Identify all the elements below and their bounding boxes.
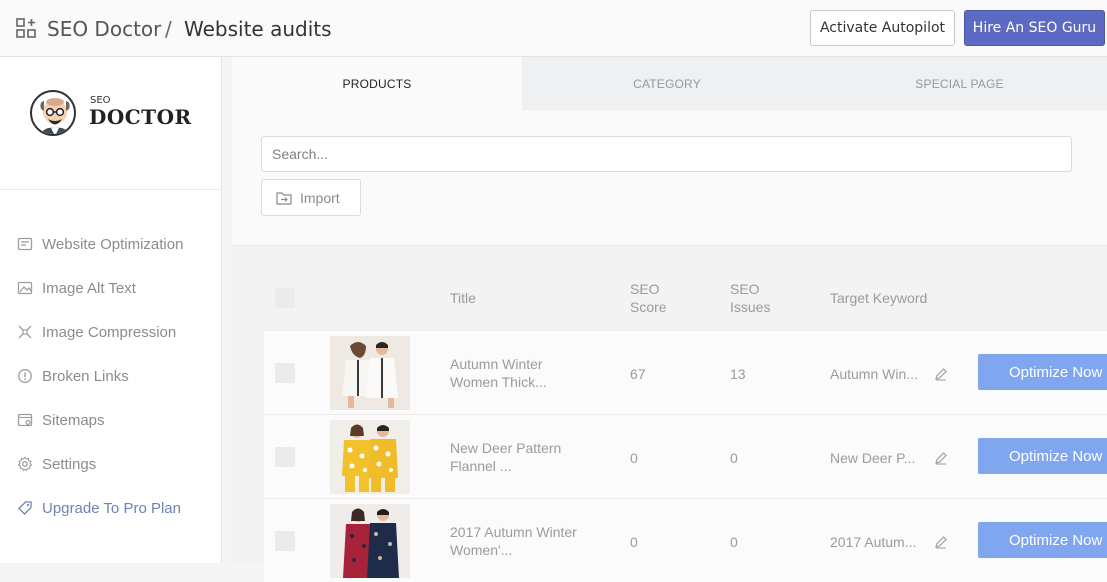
folder-icon	[276, 191, 292, 205]
sidebar: SEO DOCTOR Website Optimization Image Al…	[0, 57, 222, 563]
alert-icon	[18, 369, 32, 383]
sidebar-item-settings[interactable]: Settings	[0, 442, 222, 486]
table-row: Autumn Winter Women Thick... 67 13 Autum…	[264, 330, 1107, 414]
row-checkbox[interactable]	[275, 447, 295, 467]
top-bar: SEO Doctor / Website audits Activate Aut…	[0, 0, 1107, 57]
column-header-title[interactable]: Title	[450, 289, 476, 307]
seo-issues: 13	[730, 366, 746, 382]
sidebar-item-broken-links[interactable]: Broken Links	[0, 354, 222, 398]
edit-pencil-icon[interactable]	[934, 451, 948, 465]
table-row: New Deer Pattern Flannel ... 0 0 New Dee…	[264, 414, 1107, 498]
seo-score: 0	[630, 534, 638, 550]
website-optimization-icon	[17, 237, 33, 251]
breadcrumb-separator: /	[165, 17, 172, 41]
doctor-logo-icon	[30, 90, 76, 136]
seo-issues: 0	[730, 534, 738, 550]
target-keyword: New Deer P...	[830, 450, 916, 466]
image-icon	[17, 281, 33, 295]
column-header-target-keyword[interactable]: Target Keyword	[830, 289, 927, 307]
sidebar-item-label: Upgrade To Pro Plan	[42, 499, 181, 517]
sidebar-item-label: Broken Links	[42, 367, 129, 385]
row-checkbox[interactable]	[275, 531, 295, 551]
seo-issues: 0	[730, 450, 738, 466]
product-thumbnail[interactable]	[330, 504, 410, 578]
sidebar-item-label: Sitemaps	[42, 411, 105, 429]
tab-category[interactable]: CATEGORY	[522, 57, 812, 110]
compress-icon	[18, 325, 32, 339]
page-title: Website audits	[184, 17, 332, 41]
import-button[interactable]: Import	[261, 179, 361, 216]
sidebar-item-sitemaps[interactable]: Sitemaps	[0, 398, 222, 442]
main-panel: PRODUCTS CATEGORY SPECIAL PAGE Import Ti…	[232, 57, 1107, 582]
optimize-now-button[interactable]: Optimize Now	[978, 522, 1107, 558]
column-header-seo-score[interactable]: SEO Score	[630, 280, 667, 316]
sidebar-nav: Website Optimization Image Alt Text Imag…	[0, 222, 222, 530]
target-keyword: Autumn Win...	[830, 366, 918, 382]
search-input[interactable]	[261, 136, 1072, 172]
sidebar-item-image-alt-text[interactable]: Image Alt Text	[0, 266, 222, 310]
table-row: 2017 Autumn Winter Women'... 0 0 2017 Au…	[264, 498, 1107, 582]
sitemap-icon	[17, 413, 33, 427]
logo-text-doctor: DOCTOR	[89, 105, 192, 129]
sidebar-item-label: Settings	[42, 455, 97, 473]
column-header-seo-issues[interactable]: SEO Issues	[730, 280, 770, 316]
product-title[interactable]: Autumn Winter Women Thick...	[450, 355, 580, 391]
tab-products[interactable]: PRODUCTS	[232, 57, 522, 110]
product-thumbnail[interactable]	[330, 420, 410, 494]
logo-area: SEO DOCTOR	[0, 57, 222, 190]
sidebar-item-label: Website Optimization	[42, 235, 184, 253]
tag-icon	[18, 501, 32, 515]
activate-autopilot-button[interactable]: Activate Autopilot	[810, 10, 955, 46]
sidebar-item-website-optimization[interactable]: Website Optimization	[0, 222, 222, 266]
seo-score: 67	[630, 366, 646, 382]
sidebar-item-label: Image Compression	[42, 323, 177, 341]
sidebar-item-upgrade-pro[interactable]: Upgrade To Pro Plan	[0, 486, 222, 530]
optimize-now-button[interactable]: Optimize Now	[978, 354, 1107, 390]
sidebar-item-label: Image Alt Text	[42, 279, 136, 297]
edit-pencil-icon[interactable]	[934, 367, 948, 381]
row-checkbox[interactable]	[275, 363, 295, 383]
import-label: Import	[300, 189, 340, 206]
select-all-checkbox[interactable]	[275, 288, 295, 308]
product-thumbnail[interactable]	[330, 336, 410, 410]
edit-pencil-icon[interactable]	[934, 535, 948, 549]
tab-special-page[interactable]: SPECIAL PAGE	[812, 57, 1107, 110]
tab-bar: PRODUCTS CATEGORY SPECIAL PAGE	[232, 57, 1107, 110]
gear-icon	[17, 456, 33, 472]
product-title[interactable]: New Deer Pattern Flannel ...	[450, 439, 580, 475]
target-keyword: 2017 Autum...	[830, 534, 917, 550]
seo-score: 0	[630, 450, 638, 466]
product-title[interactable]: 2017 Autumn Winter Women'...	[450, 523, 580, 559]
sidebar-item-image-compression[interactable]: Image Compression	[0, 310, 222, 354]
optimize-now-button[interactable]: Optimize Now	[978, 438, 1107, 474]
breadcrumb-app-name[interactable]: SEO Doctor	[47, 17, 161, 41]
hire-seo-guru-button[interactable]: Hire An SEO Guru	[964, 10, 1105, 46]
apps-grid-icon[interactable]	[16, 18, 36, 38]
